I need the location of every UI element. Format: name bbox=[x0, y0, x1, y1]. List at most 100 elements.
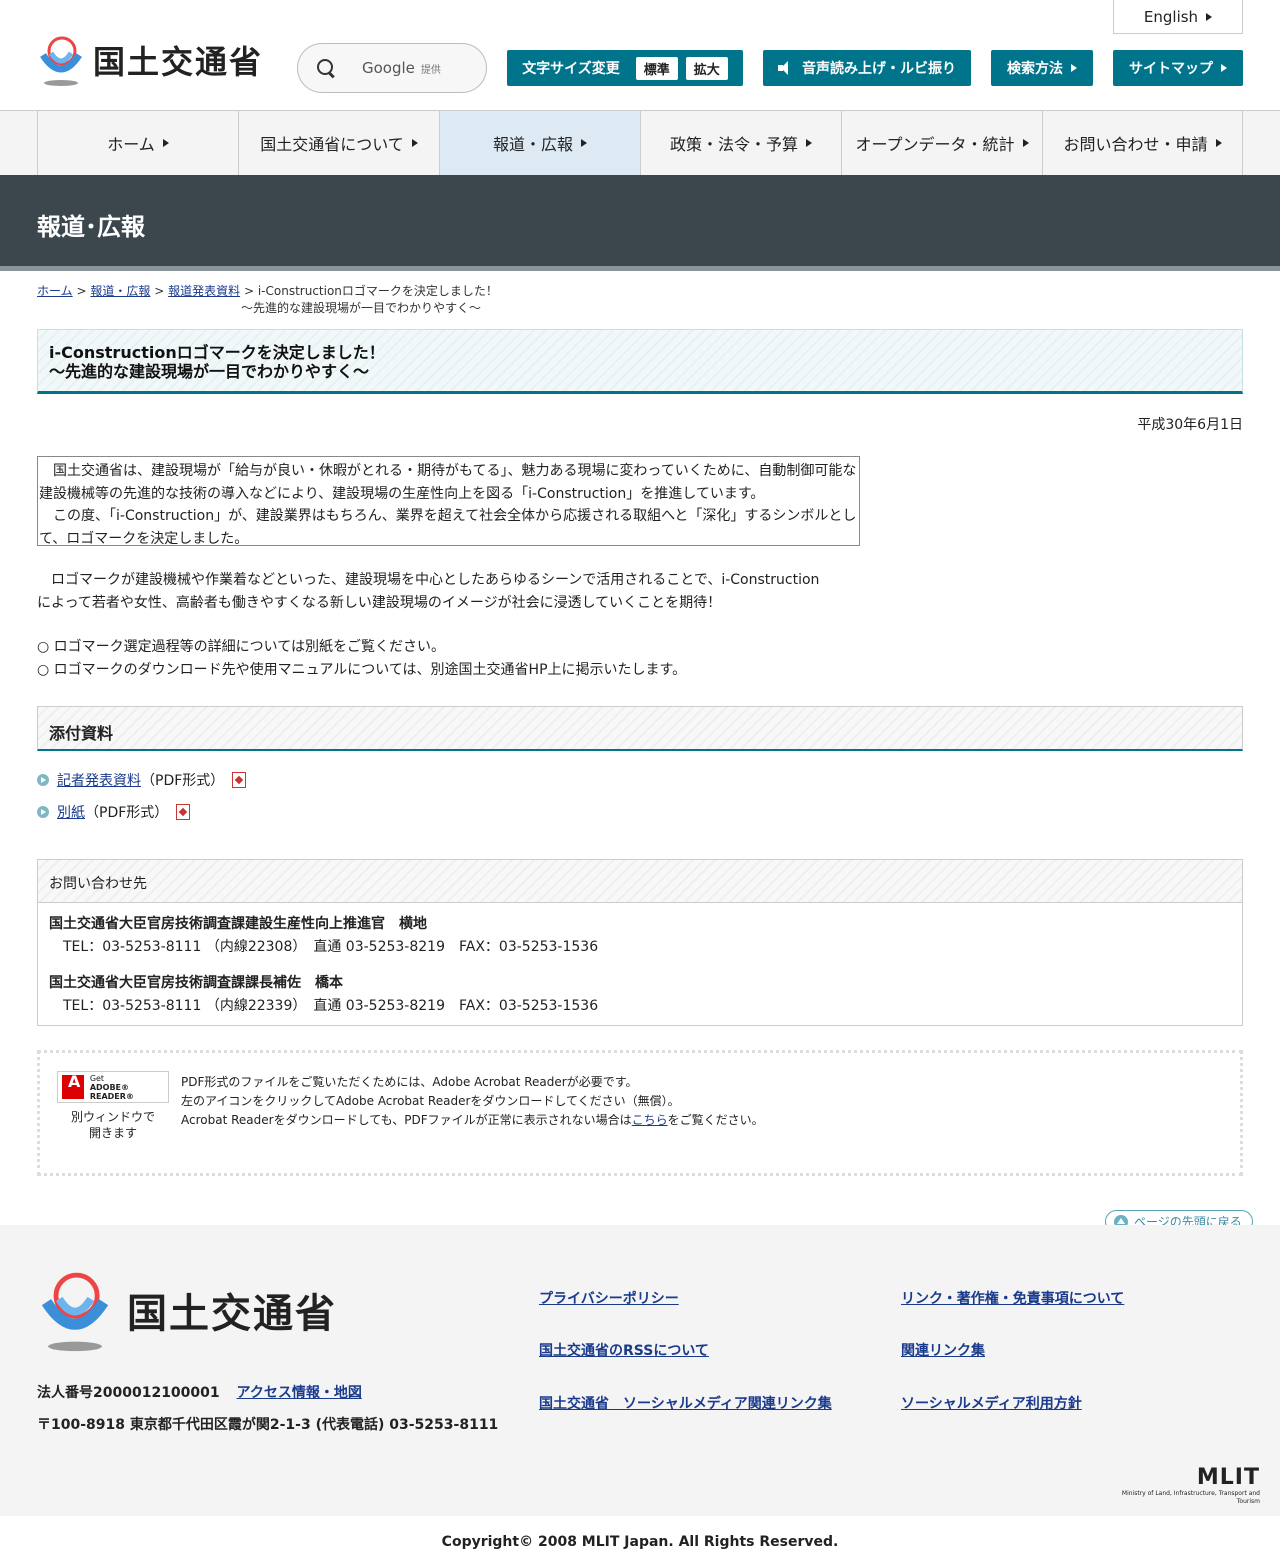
attachment-format: （PDF形式） bbox=[85, 805, 169, 821]
contact-tel: TEL：03-5253-8111 （内線22308） 直通 03-5253-82… bbox=[63, 939, 599, 955]
corporate-number: 法人番号2000012100001 アクセス情報・地図 bbox=[37, 1382, 362, 1402]
badge-get: Get bbox=[89, 1073, 105, 1083]
arrow-right-icon bbox=[1221, 64, 1227, 72]
mlit-word: MLIT bbox=[1196, 1465, 1260, 1490]
footer-logo-text: 国土交通省 bbox=[127, 1291, 337, 1337]
bullet-icon bbox=[37, 806, 49, 818]
list-item: 記者発表資料 （PDF形式） bbox=[37, 768, 247, 792]
font-large-button[interactable]: 拡大 bbox=[685, 56, 728, 80]
adobe-caption-line: 別ウィンドウで bbox=[70, 1110, 155, 1124]
sitemap-button[interactable]: サイトマップ bbox=[1113, 50, 1243, 86]
search-method-label: 検索方法 bbox=[1007, 61, 1063, 77]
footer-link-social-links[interactable]: 国土交通省 ソーシャルメディア関連リンク集 bbox=[539, 1393, 832, 1413]
adobe-reader-badge[interactable]: Get ADOBE® READER® bbox=[57, 1071, 169, 1103]
arrow-right-icon bbox=[806, 139, 812, 147]
attachment-format: （PDF形式） bbox=[141, 773, 225, 789]
mlit-logo-icon bbox=[41, 1272, 109, 1352]
copyright: Copyright© 2008 MLIT Japan. All Rights R… bbox=[0, 1516, 1280, 1567]
nav-policy[interactable]: 政策・法令・予算 bbox=[640, 111, 841, 175]
badge-name: ADOBE® READER® bbox=[89, 1082, 134, 1101]
footer-link-related[interactable]: 関連リンク集 bbox=[901, 1340, 985, 1360]
search-method-button[interactable]: 検索方法 bbox=[991, 50, 1093, 86]
arrow-right-icon bbox=[1022, 139, 1029, 147]
page-title-line1: i-Constructionロゴマークを決定しました！ bbox=[49, 343, 385, 362]
site-header: 国土交通省 Google 提供 English 文字サイズ変更 標準 拡大 音声… bbox=[0, 0, 1280, 111]
attachment-link-press-release[interactable]: 記者発表資料 bbox=[57, 770, 141, 790]
font-size-control: 文字サイズ変更 標準 拡大 bbox=[507, 50, 743, 86]
attachments-list: 記者発表資料 （PDF形式） 別紙 （PDF形式） bbox=[37, 768, 247, 832]
section-band: 報道･広報 bbox=[0, 175, 1280, 271]
breadcrumb-releases[interactable]: 報道発表資料 bbox=[168, 284, 240, 298]
footer-link-rss[interactable]: 国土交通省のRSSについて bbox=[539, 1340, 709, 1360]
google-label: Google bbox=[362, 59, 415, 77]
body-text: ロゴマークが建設機械や作業着などといった、建設現場を中心としたあらゆるシーンで活… bbox=[37, 569, 837, 614]
contact-tel: TEL：03-5253-8111 （内線22339） 直通 03-5253-82… bbox=[63, 998, 599, 1014]
arrow-right-icon bbox=[411, 139, 418, 147]
adobe-caption: 別ウィンドウで 開きます bbox=[57, 1109, 169, 1141]
english-link[interactable]: English bbox=[1113, 0, 1243, 34]
adobe-help-link[interactable]: こちら bbox=[632, 1113, 668, 1127]
arrow-right-icon bbox=[1071, 64, 1077, 72]
contact-name: 国土交通省大臣官房技術調査課課長補佐 橋本 bbox=[49, 975, 343, 991]
page-title-line2: ～先進的な建設現場が一目でわかりやすく～ bbox=[49, 362, 370, 381]
address: 〒100-8918 東京都千代田区霞が関2-1-3 (代表電話) 03-5253… bbox=[37, 1417, 499, 1433]
note-item: ○ ロゴマークのダウンロード先や使用マニュアルについては、別途国土交通省HP上に… bbox=[37, 661, 687, 678]
contact-box: お問い合わせ先 国土交通省大臣官房技術調査課建設生産性向上推進官 横地 TEL：… bbox=[37, 859, 1243, 1026]
footer-logo: 国土交通省 bbox=[37, 1267, 337, 1353]
adobe-line: PDF形式のファイルをご覧いただくためには、Adobe Acrobat Read… bbox=[181, 1075, 638, 1089]
sitemap-label: サイトマップ bbox=[1129, 61, 1213, 77]
adobe-caption-line: 開きます bbox=[88, 1126, 137, 1140]
adobe-line: 左のアイコンをクリックしてAdobe Acrobat Readerをダウンロード… bbox=[181, 1094, 680, 1108]
bullet-icon bbox=[37, 774, 49, 786]
adobe-line-text: Acrobat Readerをダウンロードしても、PDFファイルが正常に表示され… bbox=[181, 1113, 632, 1127]
nav-label: オープンデータ・統計 bbox=[855, 135, 1015, 154]
nav-label: お問い合わせ・申請 bbox=[1063, 135, 1208, 154]
mlit-sub: Ministry of Land, Infrastructure, Transp… bbox=[1121, 1490, 1260, 1505]
search-box[interactable]: Google 提供 bbox=[297, 43, 487, 93]
release-date: 平成30年6月1日 bbox=[1137, 417, 1243, 433]
notes-list: ○ ロゴマーク選定過程等の詳細については別紙をご覧ください。 ○ ロゴマークのダ… bbox=[37, 636, 686, 681]
site-logo[interactable]: 国土交通省 bbox=[37, 33, 263, 87]
breadcrumb-home[interactable]: ホーム bbox=[37, 284, 73, 298]
contact-heading: お問い合わせ先 bbox=[38, 860, 1242, 903]
mlit-wordmark: MLIT Ministry of Land, Infrastructure, T… bbox=[1100, 1465, 1260, 1506]
breadcrumb-sep: > bbox=[76, 284, 87, 298]
breadcrumb-current: i-Constructionロゴマークを決定しました！ bbox=[257, 284, 498, 298]
body-paragraph: ロゴマークが建設機械や作業着などといった、建設現場を中心としたあらゆるシーンで活… bbox=[37, 572, 820, 611]
pdf-icon bbox=[176, 804, 191, 820]
nav-label: ホーム bbox=[107, 135, 155, 154]
nav-label: 政策・法令・予算 bbox=[669, 135, 798, 154]
contact-name: 国土交通省大臣官房技術調査課建設生産性向上推進官 横地 bbox=[49, 916, 427, 932]
arrow-right-icon bbox=[581, 139, 587, 147]
footer-link-copyright[interactable]: リンク・著作権・免責事項について bbox=[901, 1288, 1124, 1308]
adobe-logo-icon bbox=[62, 1075, 84, 1099]
note-item: ○ ロゴマーク選定過程等の詳細については別紙をご覧ください。 bbox=[37, 639, 445, 655]
voice-ruby-label: 音声読み上げ・ルビ振り bbox=[802, 61, 956, 77]
breadcrumb-press[interactable]: 報道・広報 bbox=[90, 284, 150, 298]
english-label: English bbox=[1143, 7, 1199, 26]
voice-ruby-button[interactable]: 音声読み上げ・ルビ振り bbox=[763, 50, 971, 86]
footer-link-social-policy[interactable]: ソーシャルメディア利用方針 bbox=[901, 1393, 1082, 1413]
nav-home[interactable]: ホーム bbox=[37, 111, 238, 175]
attachment-link-appendix[interactable]: 別紙 bbox=[57, 802, 85, 822]
access-map-link[interactable]: アクセス情報・地図 bbox=[237, 1385, 362, 1401]
font-standard-button[interactable]: 標準 bbox=[635, 56, 678, 80]
arrow-right-icon bbox=[1206, 12, 1213, 21]
search-icon[interactable] bbox=[316, 58, 336, 78]
nav-contact[interactable]: お問い合わせ・申請 bbox=[1042, 111, 1243, 175]
nav-label: 報道・広報 bbox=[492, 135, 573, 154]
adobe-text: PDF形式のファイルをご覧いただくためには、Adobe Acrobat Read… bbox=[181, 1073, 764, 1130]
nav-press[interactable]: 報道・広報 bbox=[439, 111, 640, 175]
nav-about[interactable]: 国土交通省について bbox=[238, 111, 439, 175]
adobe-line: Acrobat Readerをダウンロードしても、PDFファイルが正常に表示され… bbox=[181, 1111, 764, 1130]
font-size-label: 文字サイズ変更 bbox=[522, 61, 620, 77]
section-title: 報道･広報 bbox=[37, 213, 145, 241]
lead-box: 国土交通省は、建設現場が「給与が良い・休暇がとれる・期待がもてる」、魅力ある現場… bbox=[37, 456, 860, 547]
pdf-icon bbox=[232, 772, 247, 788]
footer-link-privacy[interactable]: プライバシーポリシー bbox=[539, 1288, 679, 1308]
attachments-heading: 添付資料 bbox=[37, 706, 1243, 751]
contact-body: 国土交通省大臣官房技術調査課建設生産性向上推進官 横地 TEL：03-5253-… bbox=[38, 903, 1242, 1041]
nav-opendata[interactable]: オープンデータ・統計 bbox=[841, 111, 1042, 175]
breadcrumb-current-cont: ～先進的な建設現場が一目でわかりやすく～ bbox=[241, 301, 482, 315]
logo-text: 国土交通省 bbox=[93, 43, 264, 81]
